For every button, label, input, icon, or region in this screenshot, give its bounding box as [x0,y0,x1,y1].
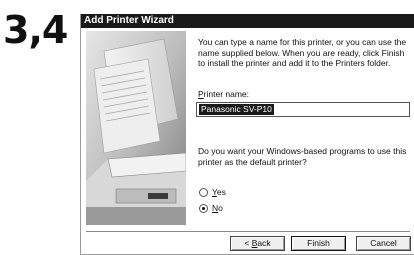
default-printer-question: Do you want your Windows-based programs … [198,146,407,167]
default-no-option[interactable]: No [199,202,223,214]
yes-label: Yes [212,186,226,197]
cancel-button[interactable]: Cancel [356,236,411,251]
back-button[interactable]: < Back [230,236,285,251]
printer-illustration [86,31,186,225]
printer-name-value: Panasonic SV-P10 [199,104,274,115]
printer-name-label: Printer name: [198,89,250,99]
button-separator [86,231,410,233]
add-printer-wizard-dialog: Add Printer Wizard You can type a name f… [80,14,414,255]
no-label: No [212,202,223,213]
no-radio-button[interactable] [199,203,208,213]
step-number-label: 3,4 [3,8,68,52]
default-yes-option[interactable]: Yes [199,186,226,198]
wizard-description: You can type a name for this printer, or… [198,37,407,68]
window-title: Add Printer Wizard [84,15,174,26]
printer-name-field[interactable]: Panasonic SV-P10 [196,102,410,117]
title-bar[interactable]: Add Printer Wizard [81,14,414,28]
finish-button[interactable]: Finish [291,236,346,251]
yes-radio-button[interactable] [199,187,208,197]
